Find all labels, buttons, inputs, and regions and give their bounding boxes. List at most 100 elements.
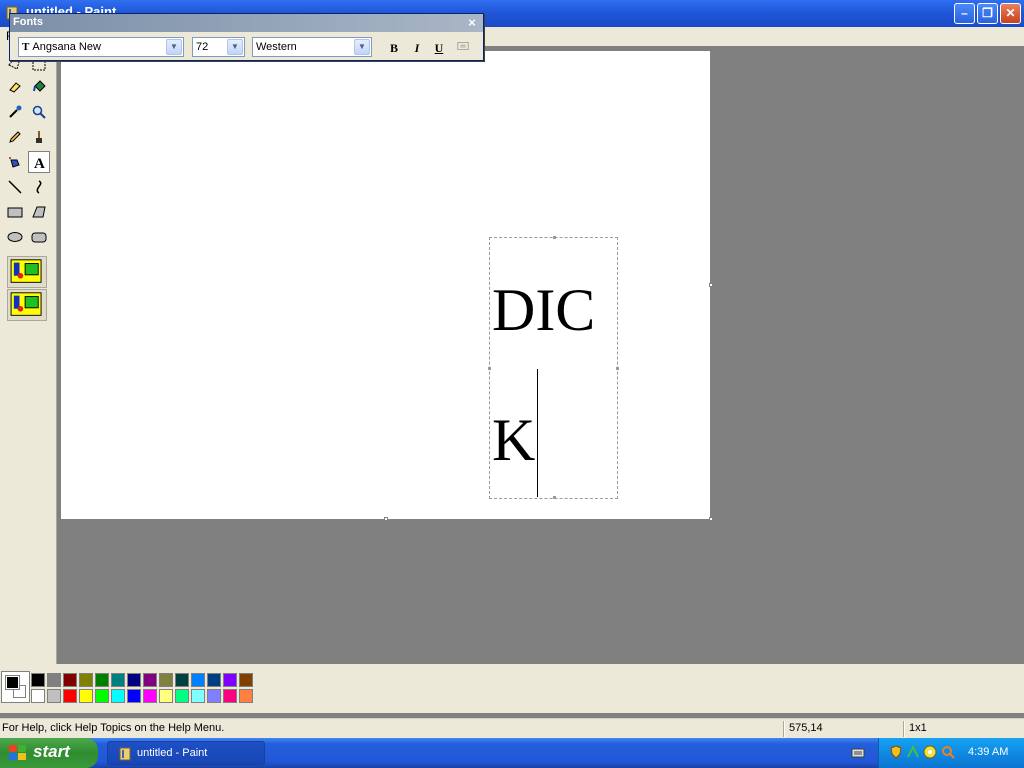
cursor-coordinates: 575,14 xyxy=(789,722,823,734)
color-swatch[interactable] xyxy=(239,689,253,703)
color-swatch[interactable] xyxy=(47,689,61,703)
script-value: Western xyxy=(256,41,297,53)
vertical-text-button[interactable] xyxy=(454,39,472,57)
pencil-icon xyxy=(9,131,21,143)
chevron-down-icon[interactable]: ▼ xyxy=(166,39,182,55)
underline-button[interactable]: U xyxy=(430,39,448,57)
italic-button[interactable]: I xyxy=(408,39,426,57)
pencil-tool[interactable] xyxy=(4,126,26,148)
magnifier-tool[interactable] xyxy=(28,101,50,123)
rounded-rectangle-tool[interactable] xyxy=(28,226,50,248)
help-text: For Help, click Help Topics on the Help … xyxy=(2,722,225,734)
color-swatch[interactable] xyxy=(207,689,221,703)
color-swatch[interactable] xyxy=(79,689,93,703)
eraser-tool[interactable] xyxy=(4,76,26,98)
paint-app-icon xyxy=(119,747,131,761)
text-box[interactable]: DIC K xyxy=(488,236,619,499)
color-swatch[interactable] xyxy=(127,673,141,687)
color-box xyxy=(0,664,1024,713)
font-name-select[interactable]: T Angsana New ▼ xyxy=(18,37,184,57)
color-swatch[interactable] xyxy=(175,689,189,703)
drawing-canvas[interactable]: DIC K xyxy=(61,51,710,519)
text-line-2: K xyxy=(492,407,536,473)
airbrush-tool[interactable] xyxy=(4,151,26,173)
color-swatch[interactable] xyxy=(223,689,237,703)
minimize-button[interactable]: – xyxy=(954,3,975,24)
restore-button[interactable]: ❐ xyxy=(977,3,998,24)
transparent-background-icon xyxy=(10,292,42,316)
text-caret xyxy=(537,369,538,497)
color-swatch[interactable] xyxy=(95,689,109,703)
color-swatch[interactable] xyxy=(159,673,173,687)
opaque-option[interactable] xyxy=(7,256,47,288)
color-swatch[interactable] xyxy=(207,673,221,687)
font-size-value: 72 xyxy=(196,41,209,53)
search-icon[interactable] xyxy=(941,745,955,759)
taskbar: start untitled - Paint 4:39 AM xyxy=(0,738,1024,768)
close-button[interactable]: ✕ xyxy=(1000,3,1021,24)
security-shield-icon[interactable] xyxy=(889,745,903,759)
color-swatch[interactable] xyxy=(191,673,205,687)
color-swatch[interactable] xyxy=(63,689,77,703)
bold-button[interactable]: B xyxy=(385,39,403,57)
font-size-select[interactable]: 72 ▼ xyxy=(192,37,245,57)
network-icon[interactable] xyxy=(906,745,920,759)
fill-tool[interactable] xyxy=(28,76,50,98)
brush-tool[interactable] xyxy=(28,126,50,148)
chevron-down-icon[interactable]: ▼ xyxy=(227,39,243,55)
color-swatch[interactable] xyxy=(143,689,157,703)
start-button[interactable]: start xyxy=(0,738,98,768)
text-a-icon: A xyxy=(34,156,45,170)
chevron-down-icon[interactable]: ▼ xyxy=(354,39,370,55)
eraser-icon xyxy=(9,82,21,93)
taskbar-item-paint[interactable]: untitled - Paint xyxy=(107,741,265,765)
magnifier-icon xyxy=(32,105,46,119)
status-bar: For Help, click Help Topics on the Help … xyxy=(0,718,1024,738)
brush-icon xyxy=(36,131,42,143)
text-tool[interactable]: A xyxy=(28,151,50,173)
canvas-resize-handle-right[interactable] xyxy=(709,283,713,287)
canvas-resize-handle-corner[interactable] xyxy=(709,517,713,521)
color-swatch[interactable] xyxy=(31,673,45,687)
color-swatch[interactable] xyxy=(79,673,93,687)
curve-tool[interactable] xyxy=(28,176,50,198)
paint-bucket-icon xyxy=(33,80,46,92)
color-swatch[interactable] xyxy=(95,673,109,687)
color-swatch[interactable] xyxy=(175,673,189,687)
truetype-icon: T xyxy=(22,41,30,53)
polygon-tool[interactable] xyxy=(28,201,50,223)
text-line-1: DIC xyxy=(492,277,596,343)
color-swatch[interactable] xyxy=(111,689,125,703)
pick-color-tool[interactable] xyxy=(4,101,26,123)
start-label: start xyxy=(33,742,70,761)
clock: 4:39 AM xyxy=(968,746,1009,758)
color-swatch[interactable] xyxy=(127,689,141,703)
color-swatch[interactable] xyxy=(111,673,125,687)
color-swatch[interactable] xyxy=(223,673,237,687)
line-tool[interactable] xyxy=(4,176,26,198)
rounded-rectangle-icon xyxy=(31,232,47,243)
disc-icon[interactable] xyxy=(923,745,937,759)
tool-box: A xyxy=(0,46,57,664)
transparent-option[interactable] xyxy=(7,289,47,321)
foreground-color xyxy=(5,675,20,690)
airbrush-icon xyxy=(9,157,20,168)
keyboard-icon[interactable] xyxy=(851,747,865,759)
color-swatch[interactable] xyxy=(191,689,205,703)
ellipse-tool[interactable] xyxy=(4,226,26,248)
rectangle-tool[interactable] xyxy=(4,201,26,223)
color-swatch[interactable] xyxy=(63,673,77,687)
fonts-toolbar-titlebar[interactable]: Fonts × xyxy=(10,14,483,32)
canvas-resize-handle-bottom[interactable] xyxy=(384,517,388,521)
ellipse-icon xyxy=(7,232,23,242)
color-swatch[interactable] xyxy=(31,689,45,703)
color-swatch[interactable] xyxy=(159,689,173,703)
color-swatch[interactable] xyxy=(239,673,253,687)
font-name-value: Angsana New xyxy=(32,41,101,53)
fonts-toolbar-close-button[interactable]: × xyxy=(465,16,479,30)
color-swatch[interactable] xyxy=(143,673,157,687)
script-select[interactable]: Western ▼ xyxy=(252,37,372,57)
rectangle-icon xyxy=(7,207,23,218)
color-swatch[interactable] xyxy=(47,673,61,687)
opaque-background-icon xyxy=(10,259,42,283)
